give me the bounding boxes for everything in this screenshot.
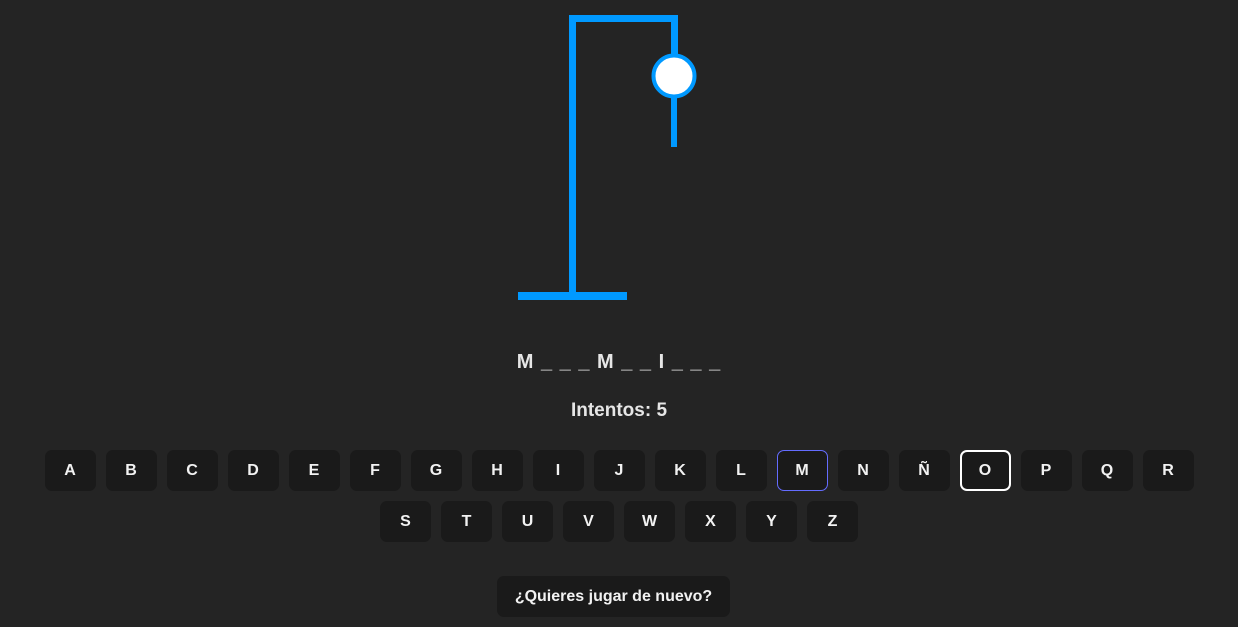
key-p[interactable]: P [1020, 450, 1072, 491]
key-z[interactable]: Z [807, 501, 858, 542]
keyboard-row-2: S T U V W X Y Z [0, 501, 1238, 542]
key-m[interactable]: M [776, 450, 828, 491]
key-t[interactable]: T [441, 501, 492, 542]
key-h[interactable]: H [471, 450, 523, 491]
gallows-rope [671, 15, 678, 55]
key-e[interactable]: E [288, 450, 340, 491]
key-j[interactable]: J [593, 450, 645, 491]
key-l[interactable]: L [715, 450, 767, 491]
key-g[interactable]: G [410, 450, 462, 491]
key-b[interactable]: B [105, 450, 157, 491]
gallows-pole [569, 15, 576, 297]
key-c[interactable]: C [166, 450, 218, 491]
hangman-head [651, 53, 697, 99]
keyboard-row-1: A B C D E F G H I J K L M N Ñ O P Q R [0, 450, 1238, 491]
key-a[interactable]: A [44, 450, 96, 491]
key-y[interactable]: Y [746, 501, 797, 542]
hangman-body [671, 97, 677, 147]
key-i[interactable]: I [532, 450, 584, 491]
key-o[interactable]: O [959, 450, 1011, 491]
key-n-tilde[interactable]: Ñ [898, 450, 950, 491]
key-q[interactable]: Q [1081, 450, 1133, 491]
word-display: M _ _ _ M _ _ I _ _ _ [516, 351, 722, 373]
key-x[interactable]: X [685, 501, 736, 542]
hangman-game: M _ _ _ M _ _ I _ _ _ Intentos: 5 A B C … [0, 0, 1238, 627]
key-u[interactable]: U [502, 501, 553, 542]
letter-keyboard: A B C D E F G H I J K L M N Ñ O P Q R S … [0, 450, 1238, 552]
key-r[interactable]: R [1142, 450, 1194, 491]
key-s[interactable]: S [380, 501, 431, 542]
attempts-counter: Intentos: 5 [570, 400, 668, 421]
key-v[interactable]: V [563, 501, 614, 542]
key-k[interactable]: K [654, 450, 706, 491]
gallows-beam [569, 15, 678, 22]
key-d[interactable]: D [227, 450, 279, 491]
key-f[interactable]: F [349, 450, 401, 491]
play-again-button[interactable]: ¿Quieres jugar de nuevo? [497, 576, 730, 617]
key-n[interactable]: N [837, 450, 889, 491]
key-w[interactable]: W [624, 501, 675, 542]
hangman-drawing [518, 15, 697, 300]
